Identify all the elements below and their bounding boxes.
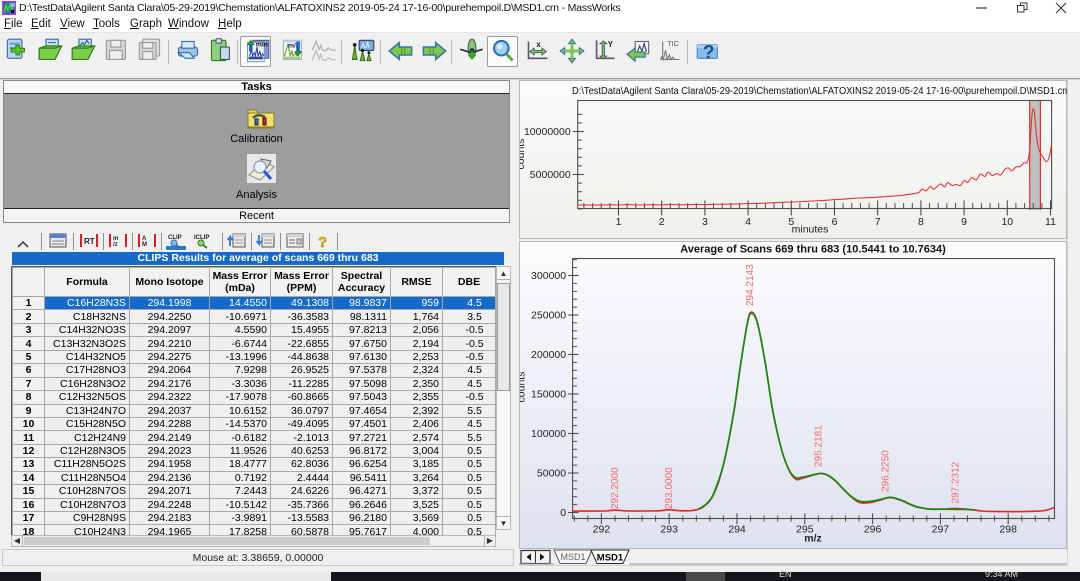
svg-text:min: min bbox=[256, 42, 268, 49]
svg-text:297.2312: 297.2312 bbox=[951, 461, 962, 503]
svg-text:8: 8 bbox=[918, 216, 924, 228]
svg-text:150000: 150000 bbox=[531, 389, 566, 401]
svg-text:9: 9 bbox=[961, 216, 967, 228]
svg-text:296: 296 bbox=[864, 524, 882, 536]
svg-text:10: 10 bbox=[1001, 216, 1013, 228]
svg-text:292.2000: 292.2000 bbox=[610, 467, 621, 509]
svg-text:292: 292 bbox=[593, 524, 611, 536]
svg-text:11: 11 bbox=[1045, 216, 1056, 228]
svg-text:minutes: minutes bbox=[792, 224, 829, 236]
svg-text:Average of Scans 669 thru 683: Average of Scans 669 thru 683 (10.5441 t… bbox=[680, 244, 946, 256]
svg-text:?: ? bbox=[318, 234, 327, 250]
svg-text:5000000: 5000000 bbox=[530, 169, 571, 181]
svg-text:1: 1 bbox=[616, 216, 622, 228]
svg-text:7: 7 bbox=[875, 216, 881, 228]
svg-text:x: x bbox=[536, 40, 541, 49]
svg-text:6: 6 bbox=[832, 216, 838, 228]
svg-text:297: 297 bbox=[932, 524, 950, 536]
svg-text:298: 298 bbox=[999, 524, 1017, 536]
svg-text:293.0000: 293.0000 bbox=[664, 467, 675, 509]
svg-text:M: M bbox=[142, 242, 147, 248]
svg-text:294.2143: 294.2143 bbox=[745, 264, 756, 306]
svg-text:0: 0 bbox=[560, 507, 566, 519]
svg-text:10000000: 10000000 bbox=[524, 126, 571, 138]
svg-text:Y: Y bbox=[608, 40, 614, 49]
svg-text:/z: /z bbox=[113, 242, 118, 248]
svg-text:250000: 250000 bbox=[531, 310, 566, 322]
svg-text:?: ? bbox=[703, 42, 715, 63]
svg-text:counts: counts bbox=[520, 139, 527, 170]
svg-text:MSD1: MSD1 bbox=[560, 552, 585, 562]
svg-text:293: 293 bbox=[660, 524, 678, 536]
svg-text:D:\TestData\Agilent Santa Clar: D:\TestData\Agilent Santa Clara\05-29-20… bbox=[572, 86, 1068, 97]
svg-text:4: 4 bbox=[745, 216, 751, 228]
svg-text:TIC: TIC bbox=[667, 39, 679, 48]
svg-text:MSD1: MSD1 bbox=[597, 553, 624, 564]
svg-text:counts: counts bbox=[520, 372, 528, 403]
svg-text:m/z: m/z bbox=[804, 533, 822, 545]
svg-text:2: 2 bbox=[659, 216, 665, 228]
svg-text:294: 294 bbox=[728, 524, 746, 536]
svg-text:RT: RT bbox=[84, 237, 95, 246]
svg-text:296.2250: 296.2250 bbox=[881, 450, 892, 492]
svg-text:200000: 200000 bbox=[531, 349, 566, 361]
svg-text:295.2181: 295.2181 bbox=[813, 425, 824, 467]
svg-text:100000: 100000 bbox=[531, 428, 566, 440]
svg-text:300000: 300000 bbox=[531, 270, 566, 282]
svg-text:50000: 50000 bbox=[537, 468, 566, 480]
svg-text:3: 3 bbox=[702, 216, 708, 228]
